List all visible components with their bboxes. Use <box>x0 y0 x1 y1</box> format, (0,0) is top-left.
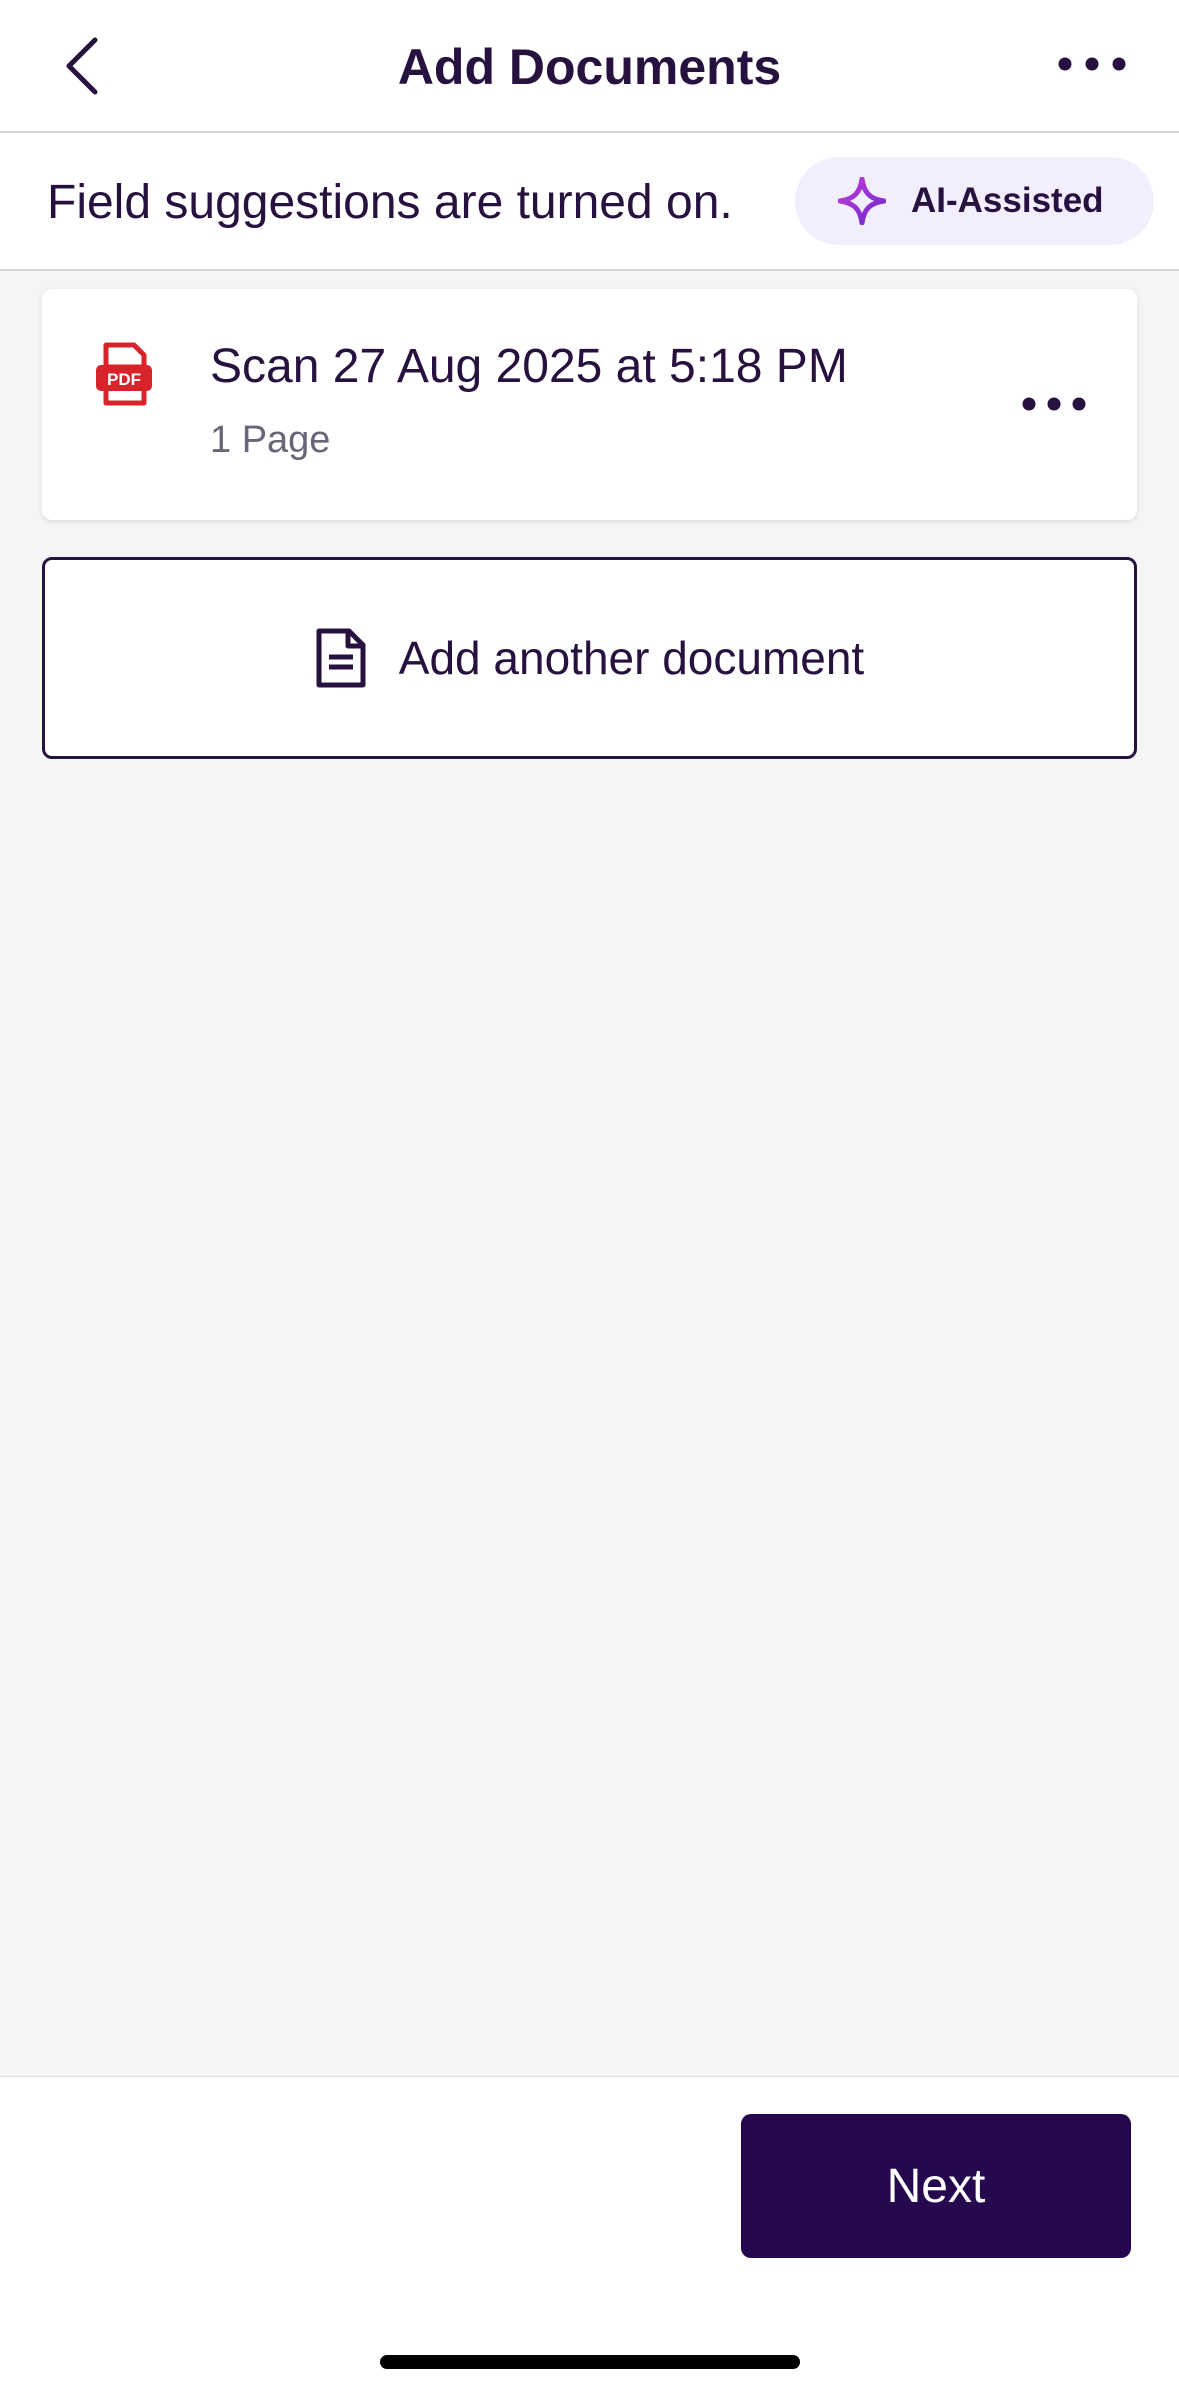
more-horizontal-icon <box>1022 397 1086 411</box>
home-indicator <box>380 2355 800 2369</box>
sparkle-icon <box>838 177 886 225</box>
ai-assisted-chip[interactable]: AI-Assisted <box>795 157 1154 245</box>
more-horizontal-icon <box>1058 57 1126 71</box>
next-button[interactable]: Next <box>741 2114 1131 2258</box>
ai-assisted-label: AI-Assisted <box>911 181 1104 220</box>
bottom-action-bar: Next <box>0 2076 1179 2397</box>
document-icon <box>315 627 367 689</box>
svg-text:PDF: PDF <box>107 370 141 389</box>
document-card[interactable]: PDF Scan 27 Aug 2025 at 5:18 PM 1 Page <box>42 289 1137 520</box>
field-suggestions-bar: Field suggestions are turned on. AI-Assi… <box>0 133 1179 271</box>
add-another-document-button[interactable]: Add another document <box>42 557 1137 759</box>
top-navigation-bar: Add Documents <box>0 0 1179 133</box>
document-more-button[interactable] <box>1009 379 1099 429</box>
field-suggestions-text: Field suggestions are turned on. <box>47 176 733 229</box>
document-page-count: 1 Page <box>210 419 331 461</box>
add-another-document-label: Add another document <box>398 632 865 684</box>
header-more-button[interactable] <box>1050 42 1134 86</box>
pdf-icon: PDF <box>94 341 154 407</box>
document-name: Scan 27 Aug 2025 at 5:18 PM <box>210 340 848 393</box>
page-title: Add Documents <box>397 39 782 95</box>
